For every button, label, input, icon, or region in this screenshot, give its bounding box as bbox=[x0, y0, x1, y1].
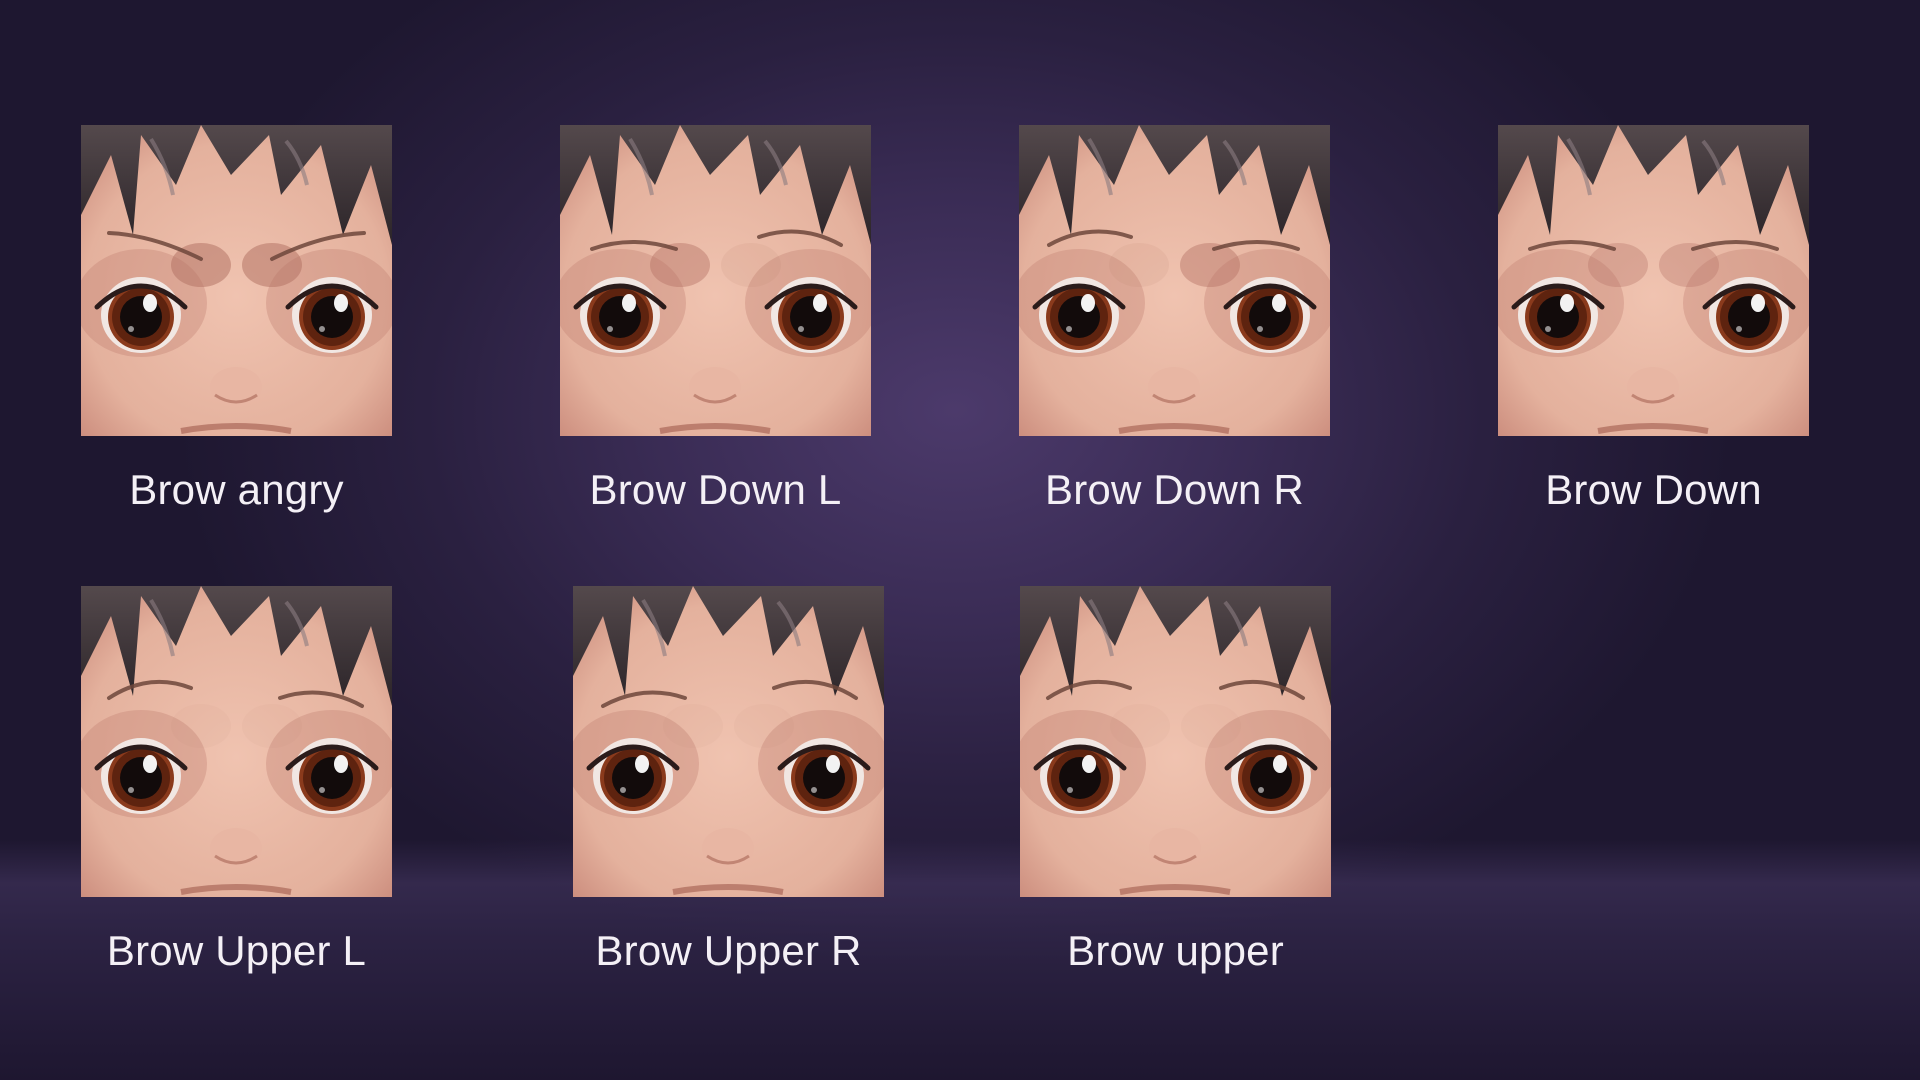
face-thumbnail bbox=[81, 125, 392, 436]
tile-brow-upper-r[interactable]: Brow Upper R bbox=[573, 586, 884, 974]
tile-brow-angry[interactable]: Brow angry bbox=[81, 125, 392, 513]
tile-brow-upper-l[interactable]: Brow Upper L bbox=[81, 586, 392, 974]
tile-brow-down[interactable]: Brow Down bbox=[1498, 125, 1809, 513]
tile-label: Brow Down bbox=[1545, 466, 1762, 513]
tile-label: Brow Upper R bbox=[595, 927, 862, 974]
face-thumbnail bbox=[1019, 125, 1330, 436]
face-thumbnail bbox=[81, 586, 392, 897]
tile-label: Brow Down R bbox=[1045, 466, 1304, 513]
tile-brow-down-r[interactable]: Brow Down R bbox=[1019, 125, 1330, 513]
face-thumbnail bbox=[1498, 125, 1809, 436]
tile-label: Brow Down L bbox=[589, 466, 842, 513]
tile-brow-down-l[interactable]: Brow Down L bbox=[560, 125, 871, 513]
tile-label: Brow angry bbox=[129, 466, 344, 513]
tile-label: Brow Upper L bbox=[106, 927, 367, 974]
face-thumbnail bbox=[560, 125, 871, 436]
face-thumbnail bbox=[573, 586, 884, 897]
tile-brow-upper[interactable]: Brow upper bbox=[1020, 586, 1331, 974]
face-thumbnail bbox=[1020, 586, 1331, 897]
tile-label: Brow upper bbox=[1067, 927, 1284, 974]
